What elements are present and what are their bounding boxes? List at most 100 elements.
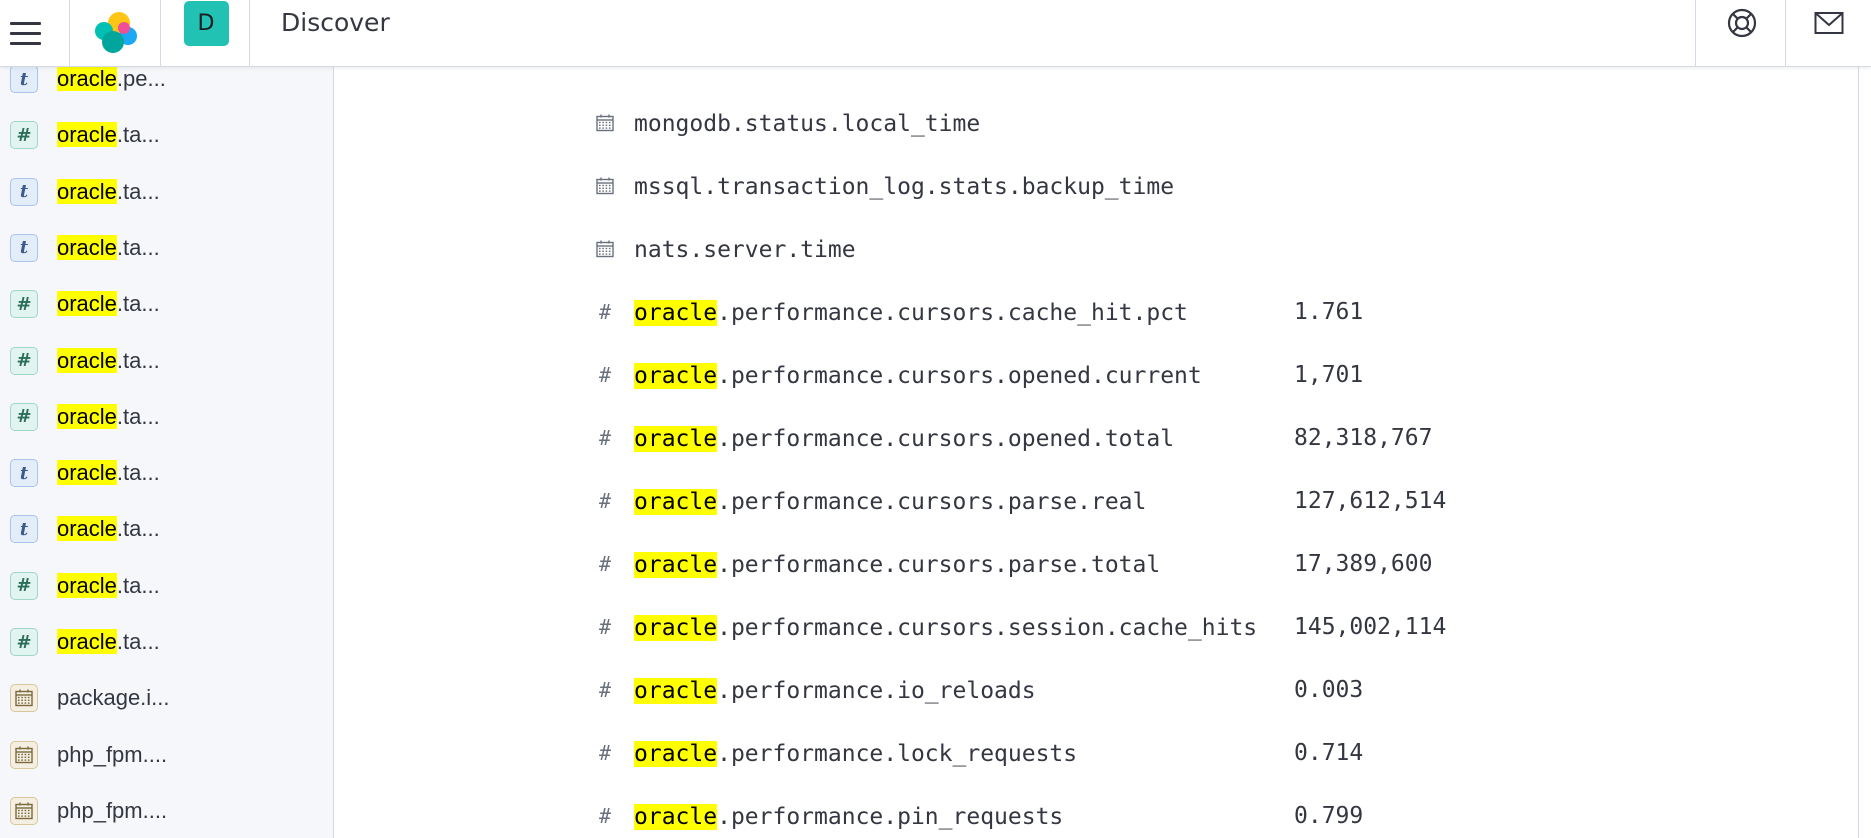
- field-name-text: .performance.pin_requests: [717, 804, 1064, 830]
- doc-field-row: # oracle.performance.cursors.session.cach…: [334, 597, 1858, 660]
- date-field-icon: [593, 237, 617, 261]
- field-name-text: .performance.cursors.cache_hit.pct: [717, 300, 1188, 326]
- field-name: mongodb.status.local_time: [634, 93, 980, 156]
- field-name-text: mssql.transaction_log.stats.backup_time: [634, 174, 1175, 200]
- field-name-text: .performance.lock_requests: [717, 741, 1078, 767]
- sidebar-field-item[interactable]: php_fpm....: [0, 727, 333, 783]
- sidebar-field-item[interactable]: t oracle.ta...: [0, 220, 333, 276]
- date-field-icon: [593, 174, 617, 198]
- field-name-text: .ta...: [116, 291, 160, 317]
- field-name-text: mongodb.status.local_time: [634, 111, 981, 137]
- sidebar-field-label: oracle.ta...: [57, 164, 160, 220]
- menu-button[interactable]: [0, 0, 50, 66]
- number-field-icon: #: [598, 300, 612, 324]
- search-highlight: oracle: [57, 178, 117, 204]
- calendar-icon: [596, 114, 614, 132]
- sidebar-field-item[interactable]: # oracle.ta...: [0, 389, 333, 445]
- field-name-text: .performance.io_reloads: [717, 678, 1036, 704]
- sidebar-field-item[interactable]: # oracle.ta...: [0, 276, 333, 332]
- doc-field-row: mongodb.status.local_time: [334, 93, 1858, 156]
- doc-field-row: mssql.transaction_log.stats.backup_time: [334, 156, 1858, 219]
- top-header: D Discover: [0, 0, 1871, 67]
- number-type-icon: #: [10, 121, 38, 150]
- sidebar-field-label: oracle.ta...: [57, 276, 160, 332]
- doc-field-row: nats.server.time: [334, 219, 1858, 282]
- field-name-text: .performance.cursors.opened.total: [717, 426, 1175, 452]
- partial-row-cut-off: [593, 67, 1193, 83]
- search-highlight: oracle: [634, 615, 718, 641]
- date-type-icon: [10, 796, 38, 825]
- doc-field-row: # oracle.performance.lock_requests 0.714: [334, 723, 1858, 786]
- string-type-icon: t: [10, 177, 38, 206]
- sidebar-field-label: oracle.ta...: [57, 107, 160, 163]
- sidebar-field-item[interactable]: t oracle.ta...: [0, 445, 333, 501]
- field-name-text: .ta...: [116, 572, 160, 598]
- field-name: oracle.performance.cursors.cache_hit.pct: [634, 282, 1188, 345]
- field-name-text: .performance.cursors.parse.total: [717, 552, 1161, 578]
- field-name-text: .performance.cursors.parse.real: [717, 489, 1147, 515]
- sidebar-field-item[interactable]: t oracle.ta...: [0, 501, 333, 557]
- search-highlight: oracle: [634, 678, 718, 704]
- field-value: 0.714: [1294, 740, 1364, 766]
- home-logo-link[interactable]: [70, 0, 160, 66]
- search-highlight: oracle: [634, 552, 718, 578]
- header-divider: [249, 0, 250, 66]
- field-name-text: .ta...: [116, 178, 160, 204]
- search-highlight: oracle: [634, 363, 718, 389]
- sidebar-field-item[interactable]: # oracle.ta...: [0, 558, 333, 614]
- number-field-icon: #: [598, 552, 612, 576]
- number-type-icon: #: [10, 628, 38, 656]
- field-value: 82,318,767: [1294, 425, 1433, 451]
- field-value: 0.799: [1294, 803, 1364, 829]
- field-name-text: nats.server.time: [634, 237, 856, 263]
- help-button[interactable]: [1697, 0, 1787, 46]
- calendar-icon: [596, 240, 614, 258]
- sidebar-field-item[interactable]: # oracle.ta...: [0, 333, 333, 389]
- sidebar-field-label: oracle.ta...: [57, 614, 160, 670]
- space-selector[interactable]: D: [162, 0, 250, 46]
- sidebar-field-item[interactable]: t oracle.ta...: [0, 164, 333, 220]
- field-value: 127,612,514: [1294, 488, 1447, 514]
- sidebar-field-item[interactable]: php_fpm....: [0, 783, 333, 838]
- sidebar-field-label: oracle.ta...: [57, 220, 160, 276]
- date-field-icon: [593, 111, 617, 135]
- number-type-icon: #: [10, 571, 38, 600]
- field-name-text: .pe...: [116, 67, 166, 91]
- sidebar-field-item[interactable]: t oracle.pe...: [0, 67, 333, 107]
- search-highlight: oracle: [57, 347, 117, 373]
- sidebar-field-item[interactable]: # oracle.ta...: [0, 107, 333, 163]
- number-field-icon: #: [598, 426, 612, 450]
- search-highlight: oracle: [57, 460, 117, 486]
- field-name-text: .performance.cursors.session.cache_hits: [717, 615, 1258, 641]
- string-type-icon: t: [10, 67, 38, 93]
- search-highlight: oracle: [57, 291, 117, 317]
- newsfeed-button[interactable]: [1786, 0, 1871, 46]
- field-name-text: .ta...: [116, 460, 160, 486]
- search-highlight: oracle: [634, 804, 718, 830]
- search-highlight: oracle: [57, 122, 117, 148]
- field-name-text: .ta...: [116, 629, 160, 654]
- space-avatar: D: [183, 0, 229, 46]
- string-type-icon: t: [10, 515, 38, 544]
- field-value: 1.761: [1294, 299, 1364, 325]
- sidebar-field-item[interactable]: package.i...: [0, 670, 333, 726]
- search-highlight: oracle: [57, 234, 117, 260]
- doc-field-row: # oracle.performance.cursors.opened.total…: [334, 408, 1858, 471]
- search-highlight: oracle: [57, 403, 117, 429]
- sidebar-field-label: oracle.ta...: [57, 389, 160, 445]
- sidebar-field-label: oracle.pe...: [57, 67, 166, 107]
- field-value: 0.003: [1294, 677, 1364, 703]
- doc-field-row: # oracle.performance.cursors.parse.real 12…: [334, 471, 1858, 534]
- number-field-icon: #: [598, 489, 612, 513]
- page-title: Discover: [281, 8, 390, 37]
- calendar-icon: [15, 802, 33, 820]
- field-name: oracle.performance.cursors.opened.total: [634, 408, 1174, 471]
- sidebar-field-label: oracle.ta...: [57, 333, 160, 389]
- sidebar-field-item[interactable]: # oracle.ta...: [0, 614, 333, 670]
- sidebar-field-label: package.i...: [57, 670, 170, 726]
- header-divider: [1695, 0, 1696, 66]
- panel-border: [1858, 67, 1859, 838]
- number-field-icon: #: [598, 741, 612, 765]
- date-type-icon: [10, 684, 38, 713]
- doc-field-row: # oracle.performance.io_reloads 0.003: [334, 660, 1858, 723]
